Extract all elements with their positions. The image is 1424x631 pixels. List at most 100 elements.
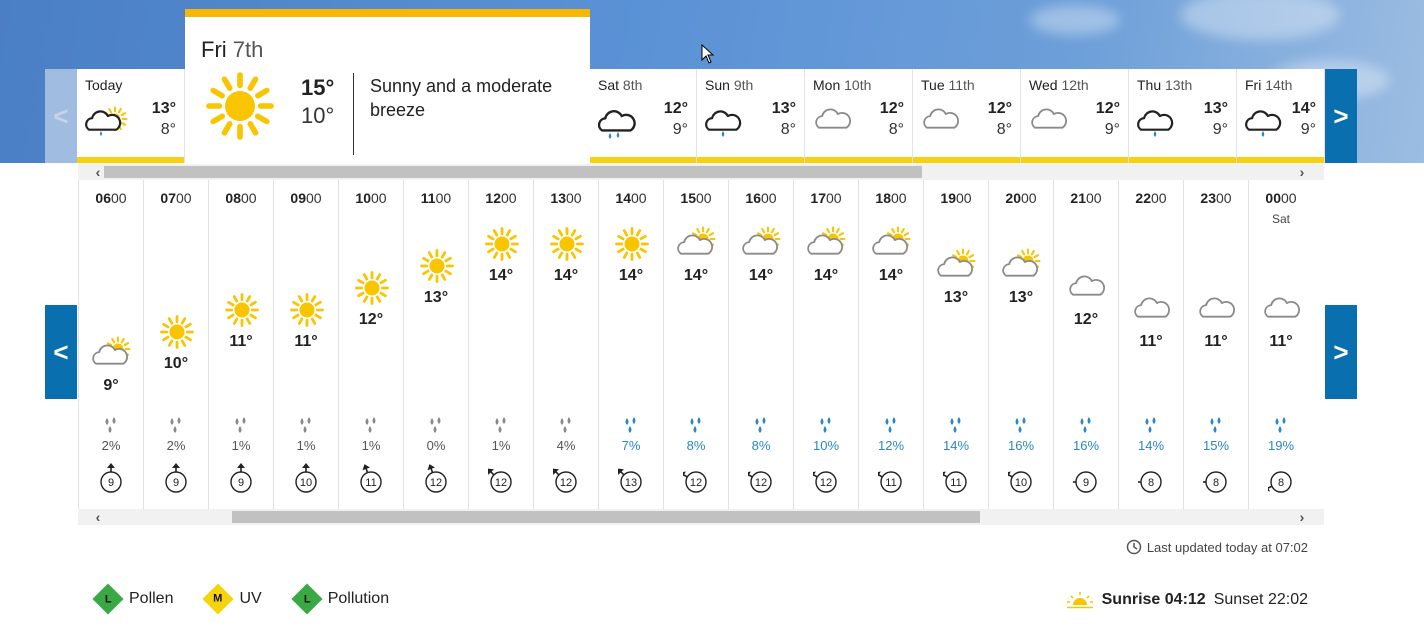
hour-column[interactable]: 1800 14° 12% 11 — [858, 180, 923, 510]
wind-speed: 11 — [950, 477, 961, 489]
hour-mm: 00 — [566, 190, 582, 206]
selected-day-low: 10° — [301, 103, 335, 128]
hour-hh: 16 — [745, 190, 761, 206]
hour-mm: 00 — [1216, 190, 1232, 206]
hour-column[interactable]: 1100 13° 0% 12 — [403, 180, 468, 510]
hour-column[interactable]: 1000 12° 1% 11 — [338, 180, 403, 510]
sun-cloud-icon — [1002, 248, 1041, 277]
hour-column[interactable]: 0000 Sat 11° 19% 8 — [1248, 180, 1313, 510]
wind-direction-icon: 12 — [683, 471, 707, 493]
hour-temperature: 12° — [358, 311, 384, 328]
hour-mm: 00 — [956, 190, 972, 206]
wind-direction-icon: 13 — [618, 468, 642, 493]
raindrops-icon — [950, 417, 961, 433]
raindrops-icon — [170, 417, 181, 433]
scroll-right-arrow-icon[interactable]: › — [1294, 164, 1310, 180]
wind-speed: 9 — [1083, 477, 1089, 489]
rain-chance: 14% — [942, 438, 970, 453]
raindrops-icon — [1210, 417, 1221, 433]
wind-speed: 10 — [1015, 477, 1027, 489]
hour-mm: 00 — [1151, 190, 1167, 206]
hour-column[interactable]: 1200 14° 1% 12 — [468, 180, 533, 510]
day-bar — [590, 157, 696, 163]
hour-time: 0600 — [79, 190, 143, 206]
day-low: 9° — [1104, 121, 1120, 138]
days-prev-button[interactable]: < — [45, 69, 77, 163]
rain-chance: 1% — [361, 438, 381, 453]
wind-direction-icon: 11 — [943, 471, 967, 493]
hour-mm: 00 — [176, 190, 192, 206]
hour-column[interactable]: 0900 11° 1% 10 — [273, 180, 338, 510]
hour-column[interactable]: 0700 10° 2% 9 — [143, 180, 208, 510]
hour-column[interactable]: 1700 14° 10% 12 — [793, 180, 858, 510]
day-tile-sat-8th[interactable]: Sat 8th 12° 9° — [590, 69, 697, 163]
raindrops-icon — [430, 417, 441, 433]
hour-column[interactable]: 2300 11° 15% 8 — [1183, 180, 1248, 510]
hours-scrollbar-top[interactable]: ‹ › — [78, 164, 1324, 180]
hour-column[interactable]: 2000 13° 16% 10 — [988, 180, 1053, 510]
hour-hh: 07 — [160, 190, 176, 206]
day-name: Mon 10th — [813, 77, 871, 93]
hour-column[interactable]: 1500 14° 8% 12 — [663, 180, 728, 510]
rain-chance: 12% — [877, 438, 905, 453]
scroll-left-arrow-icon[interactable]: ‹ — [90, 509, 106, 525]
wind-direction-icon: 8 — [1268, 471, 1292, 493]
day-bar — [77, 157, 184, 163]
hour-time: 1000 — [339, 190, 403, 206]
pollution-label: Pollution — [327, 590, 390, 607]
hour-column[interactable]: 0600 9° 2% 9 — [78, 180, 143, 510]
raindrops-icon — [365, 417, 376, 433]
hour-column[interactable]: 1400 14° 7% 13 — [598, 180, 663, 510]
day-date: 11th — [948, 77, 975, 93]
day-low: 9° — [1300, 121, 1316, 138]
sun-cloud-icon — [92, 336, 131, 365]
hour-time: 0000 — [1249, 190, 1313, 206]
pollen-badge[interactable]: L Pollen — [92, 583, 173, 615]
hour-hh: 09 — [290, 190, 306, 206]
hour-column[interactable]: 0800 11° 1% 9 — [208, 180, 273, 510]
day-tile-fri-14th[interactable]: Fri 14th 14° 9° — [1237, 69, 1325, 163]
hour-column[interactable]: 1900 13° 14% 11 — [923, 180, 988, 510]
hour-column[interactable]: 1600 14° 8% 12 — [728, 180, 793, 510]
hour-day-label: Sat — [1271, 212, 1290, 226]
day-bar — [805, 157, 912, 163]
wind-speed: 12 — [560, 477, 572, 489]
hour-column[interactable]: 2200 11° 14% 8 — [1118, 180, 1183, 510]
day-tile-mon-10th[interactable]: Mon 10th 12° 8° — [805, 69, 913, 163]
scroll-right-arrow-icon[interactable]: › — [1294, 509, 1310, 525]
day-tile-thu-13th[interactable]: Thu 13th 13° 9° — [1129, 69, 1237, 163]
hours-next-button[interactable]: > — [1325, 305, 1357, 399]
hour-hh: 22 — [1135, 190, 1151, 206]
sun-cloud-icon — [937, 248, 976, 277]
hour-column[interactable]: 2100 12° 16% 9 — [1053, 180, 1118, 510]
day-tile-today[interactable]: Today 13° 8° — [77, 69, 185, 163]
hour-time: 2200 — [1119, 190, 1183, 206]
hour-column[interactable]: 1300 14° 4% 12 — [533, 180, 598, 510]
rain-chance: 10% — [812, 438, 840, 453]
day-date: 14th — [1265, 77, 1293, 93]
scrollbar-thumb[interactable] — [104, 166, 922, 178]
pollution-badge[interactable]: L Pollution — [291, 583, 390, 615]
hour-time: 2000 — [989, 190, 1053, 206]
cloud-icon — [1134, 297, 1170, 318]
hours-prev-button[interactable]: < — [45, 305, 77, 399]
day-tile-sun-9th[interactable]: Sun 9th 13° 8° — [697, 69, 805, 163]
raindrops-icon — [300, 417, 311, 433]
day-low: 8° — [780, 121, 796, 138]
uv-level: M — [213, 592, 224, 605]
day-tile-tue-11th[interactable]: Tue 11th 12° 8° — [913, 69, 1021, 163]
uv-badge[interactable]: M UV — [202, 583, 262, 615]
day-weekday: Today — [85, 77, 123, 93]
light-rain-icon — [1137, 110, 1174, 137]
environment-badges: L Pollen M UV L Pollution — [92, 583, 419, 615]
selected-day-panel[interactable]: Fri 7th 15° 10° Sunny and a moderate bre… — [185, 9, 590, 163]
wind-speed: 9 — [108, 477, 114, 489]
scrollbar-thumb[interactable] — [232, 511, 980, 523]
clock-icon — [1126, 539, 1142, 555]
day-bar — [1237, 157, 1324, 163]
hours-scrollbar-bottom[interactable]: ‹ › — [78, 509, 1324, 525]
days-next-button[interactable]: > — [1325, 69, 1357, 163]
day-high: 14° — [1291, 100, 1316, 117]
day-tile-wed-12th[interactable]: Wed 12th 12° 9° — [1021, 69, 1129, 163]
cloud-icon — [1069, 275, 1105, 296]
